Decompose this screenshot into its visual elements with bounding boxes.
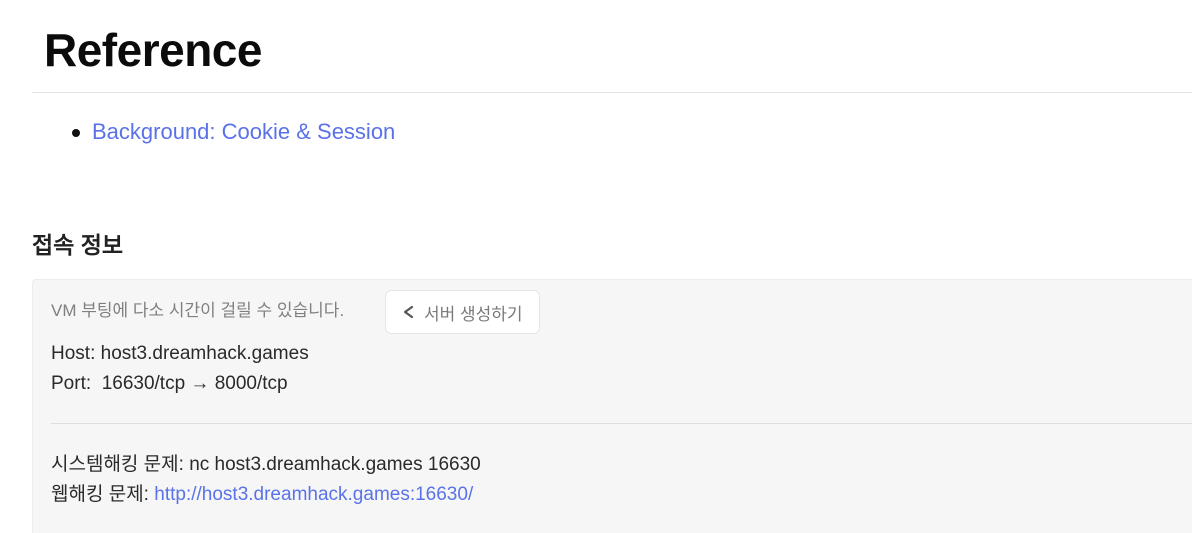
title-divider [32,92,1192,93]
connection-info-title: 접속 정보 [32,232,124,258]
system-hacking-command: nc host3.dreamhack.games 16630 [189,454,481,475]
port-label: Port: [51,373,92,394]
web-hacking-label: 웹해킹 문제: [51,484,149,505]
page: Reference Background: Cookie & Session 접… [0,0,1192,533]
connection-info-box: VM 부팅에 다소 시간이 걸릴 수 있습니다. 서버 생성하기 Host: h… [32,279,1192,533]
create-server-label: 서버 생성하기 [424,304,523,324]
list-item: Background: Cookie & Session [72,116,395,148]
host-value: host3.dreamhack.games [100,343,309,364]
share-icon [400,303,418,321]
web-hacking-line: 웹해킹 문제: http://host3.dreamhack.games:166… [51,481,473,509]
reference-link-cookie-session[interactable]: Background: Cookie & Session [92,119,395,144]
host-label: Host: [51,343,96,364]
reference-title: Reference [44,24,262,76]
port-line: Port: 16630/tcp → 8000/tcp [51,370,288,398]
bullet-icon [72,129,80,137]
system-hacking-label: 시스템해킹 문제: [51,454,184,475]
create-server-button[interactable]: 서버 생성하기 [385,290,540,334]
reference-list: Background: Cookie & Session [72,116,395,148]
info-divider [51,423,1192,424]
host-line: Host: host3.dreamhack.games [51,340,309,368]
system-hacking-line: 시스템해킹 문제: nc host3.dreamhack.games 16630 [51,451,481,479]
vm-boot-notice: VM 부팅에 다소 시간이 걸릴 수 있습니다. [51,301,345,320]
web-hacking-url-link[interactable]: http://host3.dreamhack.games:16630/ [154,484,473,505]
port-value: 16630/tcp → 8000/tcp [101,373,288,394]
